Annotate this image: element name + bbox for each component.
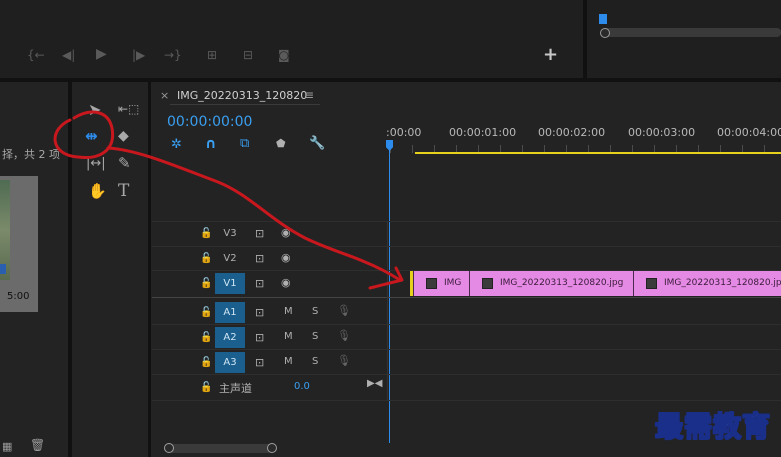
annotation-arrow-line: [106, 146, 402, 282]
annotation-overlay: [53, 110, 404, 290]
annotation-circle: [53, 110, 115, 160]
